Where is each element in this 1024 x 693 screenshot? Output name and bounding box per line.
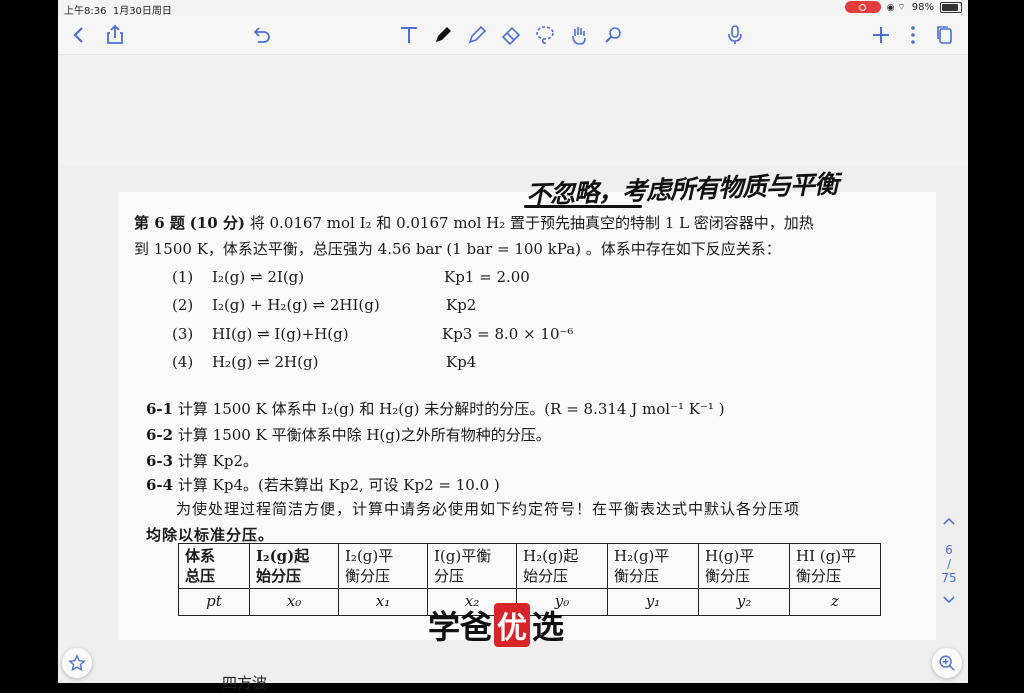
reaction-4-no: (4) <box>172 353 194 371</box>
reaction-4-k: Kp4 <box>446 353 477 371</box>
sub-question-6-3: 6-3 计算 Kp2。 <box>146 452 259 470</box>
highlighter-icon[interactable] <box>464 22 490 48</box>
share-icon[interactable] <box>102 22 128 48</box>
lasso-icon[interactable] <box>532 22 558 48</box>
sub-question-6-1: 6-1 计算 1500 K 体系中 I₂(g) 和 H₂(g) 未分解时的分压。… <box>146 400 725 418</box>
laser-pointer-icon[interactable] <box>600 22 626 48</box>
page-separator: / <box>946 557 952 571</box>
reaction-3-no: (3) <box>172 325 194 343</box>
table-cell: x₁ <box>338 588 428 616</box>
toolbar <box>58 16 968 55</box>
zoom-in-icon[interactable] <box>932 648 962 678</box>
table-header-cell: H(g)平 衡分压 <box>698 543 790 589</box>
undo-icon[interactable] <box>248 22 274 48</box>
question-points: (10 分) <box>189 214 245 232</box>
page-up-icon[interactable] <box>936 515 962 533</box>
status-time: 上午8:36 1月30日周日 <box>64 6 172 17</box>
table-header-row: 体系 总压 I₂(g)起 始分压 I₂(g)平 衡分压 I(g)平衡 分压 H₂(g)起… <box>178 543 881 589</box>
watermark: 学爸 优 选 <box>428 602 564 648</box>
reaction-1-no: (1) <box>172 268 194 286</box>
add-icon[interactable] <box>868 22 894 48</box>
battery-percent: 98% <box>911 1 934 13</box>
more-icon[interactable] <box>900 22 926 48</box>
reaction-2-eq: I₂(g) + H₂(g) ⇌ 2HI(g) <box>212 296 380 314</box>
battery-icon <box>940 1 962 13</box>
page-scroller[interactable]: 6 / 75 <box>936 515 962 625</box>
page-current: 6 <box>945 543 953 557</box>
table-header-cell: 体系 总压 <box>178 543 250 589</box>
instruction-note: 为使处理过程简洁方便，计算中请务必使用如下约定符号！在平衡表达式中默认各分压项 <box>176 500 801 518</box>
table-cell: y₁ <box>607 588 699 616</box>
pages-icon[interactable] <box>932 22 958 48</box>
watermark-logo: 优 <box>494 603 531 647</box>
reaction-1-eq: I₂(g) ⇌ 2I(g) <box>212 268 305 286</box>
back-chevron-icon[interactable] <box>66 22 92 48</box>
table-header-cell: I(g)平衡 分压 <box>427 543 517 589</box>
sub-question-6-4: 6-4 计算 Kp4。(若未算出 Kp2, 可设 Kp2 = 10.0 ) <box>146 476 500 494</box>
sub-question-6-2: 6-2 计算 1500 K 平衡体系中除 H(g)之外所有物种的分压。 <box>146 426 551 444</box>
table-header-cell: HI (g)平 衡分压 <box>789 543 881 589</box>
page-down-icon[interactable] <box>936 593 962 607</box>
bookmark-star-icon[interactable] <box>62 648 92 678</box>
text-tool-icon[interactable] <box>396 22 422 48</box>
table-cell: pt <box>178 588 250 616</box>
status-bar: 上午8:36 1月30日周日 ◉ ⌔ 98% <box>58 0 968 17</box>
table-header-cell: H₂(g)起 始分压 <box>516 543 608 589</box>
reaction-3-k: Kp3 = 8.0 × 10⁻⁶ <box>442 325 574 343</box>
table-cell: z <box>789 588 881 616</box>
table-cell: x₀ <box>249 588 339 616</box>
table-cell: y₂ <box>698 588 790 616</box>
reaction-3-eq: HI(g) ⇌ I(g)+H(g) <box>212 325 349 343</box>
page-top-area <box>58 55 968 165</box>
wifi-icon: ◉ ⌔ <box>886 2 906 13</box>
reaction-2-k: Kp2 <box>446 296 477 314</box>
page-total: 75 <box>941 571 957 585</box>
reaction-2-no: (2) <box>172 296 194 314</box>
table-header-cell: H₂(g)平 衡分压 <box>607 543 699 589</box>
eraser-icon[interactable] <box>498 22 524 48</box>
reaction-1-k: Kp1 = 2.00 <box>444 268 530 286</box>
microphone-icon[interactable] <box>722 22 748 48</box>
table-header-cell: I₂(g)起 始分压 <box>249 543 339 589</box>
question-heading: 第 6 题 (10 分) 将 0.0167 mol I₂ 和 0.0167 mo… <box>134 212 914 233</box>
question-intro: 将 0.0167 mol I₂ 和 0.0167 mol H₂ 置于预先抽真空的… <box>249 214 814 232</box>
table-header-cell: I₂(g)平 衡分压 <box>338 543 428 589</box>
instruction-note-2: 均除以标准分压。 <box>146 526 275 544</box>
pen-tool-icon[interactable] <box>430 22 456 48</box>
screen-record-icon[interactable] <box>844 1 881 13</box>
question-line-2: 到 1500 K，体系达平衡，总压强为 4.56 bar (1 bar = 10… <box>134 240 781 258</box>
hand-tool-icon[interactable] <box>566 22 592 48</box>
question-title: 第 6 题 <box>134 214 185 232</box>
reaction-4-eq: H₂(g) ⇌ 2H(g) <box>212 353 319 371</box>
handwritten-underline <box>524 205 642 208</box>
